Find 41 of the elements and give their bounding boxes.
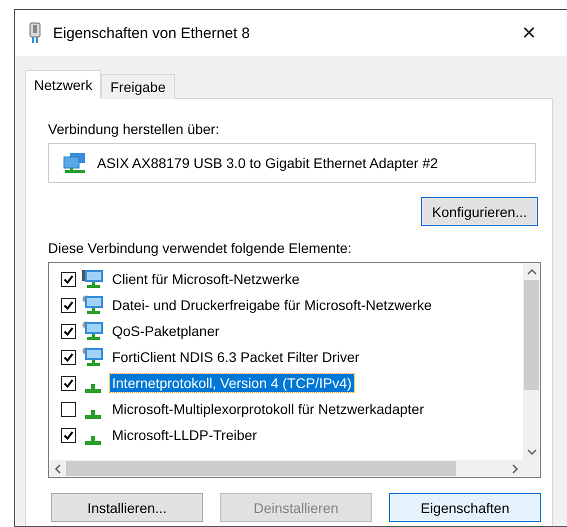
checkbox[interactable] xyxy=(61,428,76,442)
window-title: Eigenschaften von Ethernet 8 xyxy=(53,24,251,42)
scrollbar-thumb[interactable] xyxy=(66,461,456,476)
list-item[interactable]: Internetprotokoll, Version 4 (TCP/IPv4) xyxy=(110,374,354,392)
configure-button[interactable]: Konfigurieren... xyxy=(421,197,538,226)
network-connector-icon xyxy=(85,410,101,419)
list-item[interactable]: Client für Microsoft-Netzwerke xyxy=(110,270,302,288)
scroll-right-icon[interactable] xyxy=(510,464,520,474)
checkbox[interactable] xyxy=(61,272,76,286)
scrollbar-thumb[interactable] xyxy=(524,280,539,390)
tab[interactable]: Freigabe xyxy=(101,74,175,99)
vertical-scrollbar[interactable] xyxy=(523,263,540,460)
close-button[interactable]: ✕ xyxy=(509,10,549,56)
list-item[interactable]: Microsoft-Multiplexorprotokoll für Netzwerkadapter xyxy=(110,400,426,418)
connect-label: Verbindung herstellen über: xyxy=(48,121,220,137)
checkbox[interactable] xyxy=(61,350,76,364)
network-plug-icon xyxy=(29,22,41,44)
dialog-button[interactable]: Eigenschaften xyxy=(389,493,541,522)
network-connector-icon xyxy=(85,384,101,393)
tab[interactable]: Netzwerk xyxy=(25,70,102,99)
dialog-button[interactable]: Installieren... xyxy=(51,493,203,522)
scroll-up-icon[interactable] xyxy=(526,266,536,276)
network-computer-icon xyxy=(82,321,104,341)
list-item[interactable]: FortiClient NDIS 6.3 Packet Filter Driver xyxy=(110,348,362,366)
adapter-name: ASIX AX88179 USB 3.0 to Gigabit Ethernet Adapter #2 xyxy=(97,155,438,171)
network-computer-icon xyxy=(82,295,104,315)
checkbox[interactable] xyxy=(61,376,76,390)
list-item[interactable]: Microsoft-LLDP-Treiber xyxy=(110,426,259,444)
checkbox[interactable] xyxy=(61,402,76,416)
list-item[interactable]: QoS-Paketplaner xyxy=(110,322,222,340)
elements-label: Diese Verbindung verwendet folgende Elemente: xyxy=(48,240,353,256)
scroll-left-icon[interactable] xyxy=(52,464,62,474)
scroll-down-icon[interactable] xyxy=(526,446,536,456)
list-item[interactable]: Datei- und Druckerfreigabe für Microsoft-Netzwerke xyxy=(110,296,434,314)
checkbox[interactable] xyxy=(61,298,76,312)
network-computer-icon xyxy=(82,347,104,367)
network-connector-icon xyxy=(85,436,101,445)
checkbox[interactable] xyxy=(61,324,76,338)
network-computer-icon xyxy=(82,269,104,289)
network-computers-icon xyxy=(63,152,87,174)
horizontal-scrollbar[interactable] xyxy=(49,460,523,477)
